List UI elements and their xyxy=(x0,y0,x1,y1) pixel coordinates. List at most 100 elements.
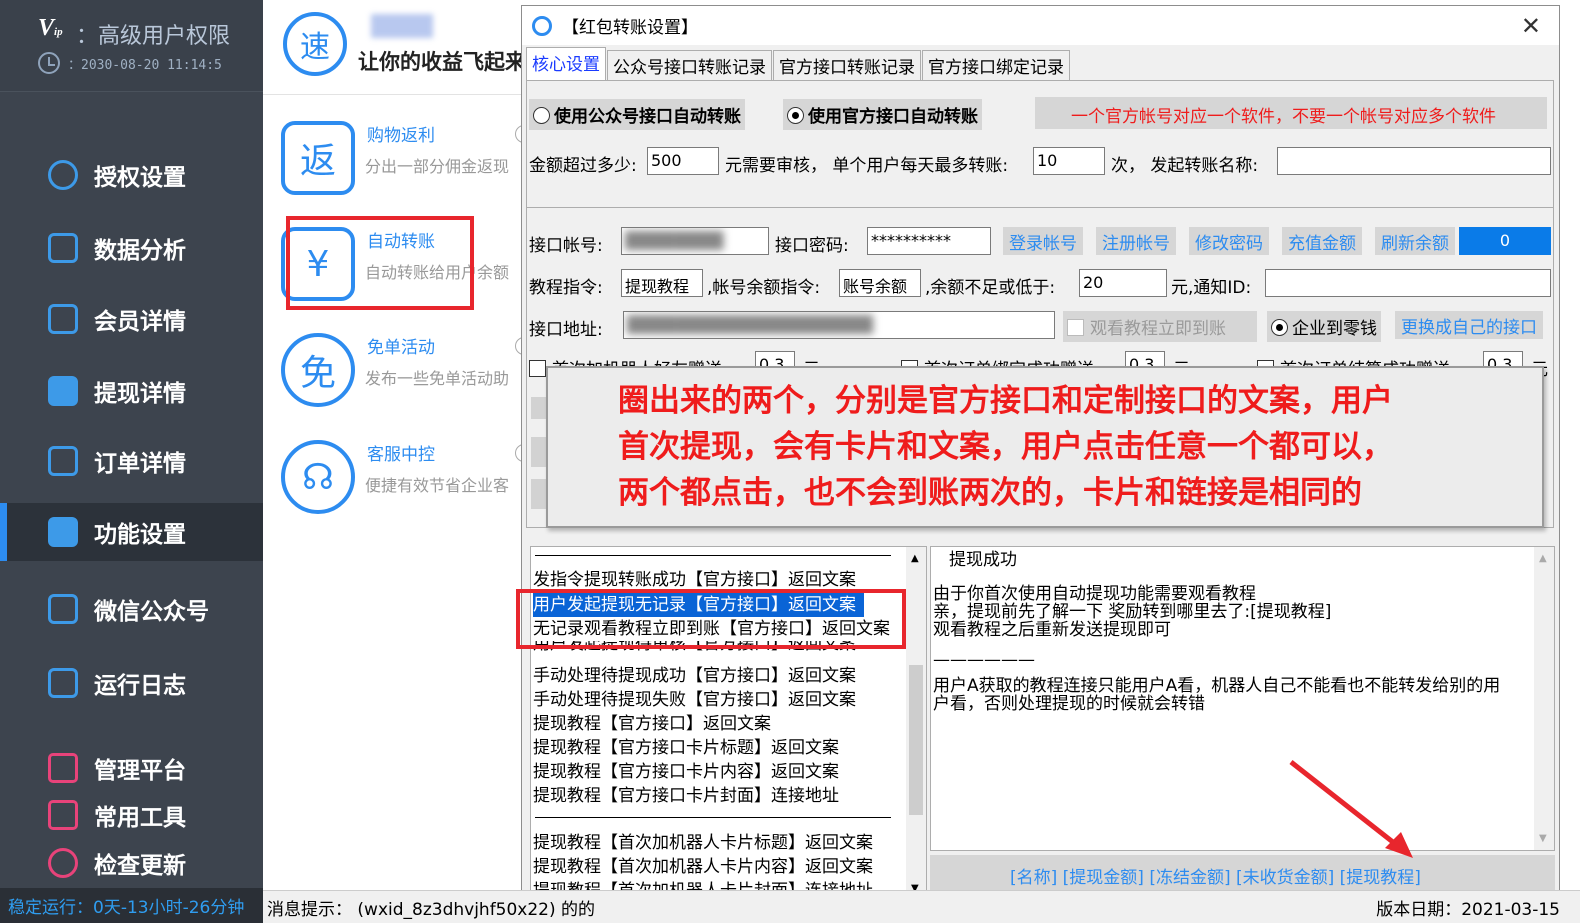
dialog-title: 【红包转账设置】 xyxy=(562,18,698,38)
change-password-button[interactable]: 修改密码 xyxy=(1189,227,1269,255)
tab-official-records[interactable]: 官方接口转账记录 xyxy=(773,50,921,80)
close-button[interactable]: ✕ xyxy=(1521,12,1541,40)
uptime-status: 稳定运行：0天-13小时-26分钟 xyxy=(0,888,263,923)
grid-search-icon xyxy=(48,376,78,406)
sidebar-item-label: 会员详情 xyxy=(94,309,186,335)
feature-title: 免单活动 xyxy=(367,338,435,358)
account-input[interactable]: ████████ xyxy=(621,227,769,255)
checkbox-icon xyxy=(1067,319,1084,336)
list-scrollbar[interactable]: ▲ ▼ xyxy=(906,547,926,900)
document-yen-icon xyxy=(48,446,78,476)
scroll-up-icon[interactable]: ▲ xyxy=(1539,553,1547,564)
list-item[interactable]: 提现教程【官方接口卡片封面】连接地址 xyxy=(533,784,839,808)
brand-logo: 速 xyxy=(283,12,347,76)
sidebar-item-label: 功能设置 xyxy=(94,522,186,548)
daily-limit-input[interactable]: 10 xyxy=(1033,147,1105,175)
variable-links[interactable]: [名称] [提现金额] [冻结金额] [未收货金额] [提现教程] xyxy=(930,855,1555,895)
sidebar-item-features[interactable]: 功能设置 xyxy=(0,503,263,561)
low-balance-input[interactable]: 20 xyxy=(1079,269,1167,297)
watch-tutorial-checkbox[interactable]: 观看教程立即到账 xyxy=(1063,311,1257,342)
list-item[interactable]: 提现教程【首次加机器人卡片内容】返回文案 xyxy=(533,855,873,879)
radio-selected-icon xyxy=(787,107,804,124)
recharge-button[interactable]: 充值金额 xyxy=(1282,227,1362,255)
sidebar-item-wechat-official[interactable]: 微信公众号 xyxy=(0,580,263,638)
register-button[interactable]: 注册帐号 xyxy=(1096,227,1176,255)
sidebar-item-analytics[interactable]: 数据分析 xyxy=(0,219,263,277)
refresh-balance-button[interactable]: 刷新余额 xyxy=(1375,227,1455,255)
balance-cmd-input[interactable]: 账号余额 xyxy=(839,269,921,297)
list-item[interactable]: 提现教程【官方接口】返回文案 xyxy=(533,712,771,736)
amount-label: 金额超过多少: xyxy=(529,156,637,176)
feature-free-order[interactable]: 免 免单活动 发布一些免单活动助 xyxy=(281,325,533,415)
login-button[interactable]: 登录帐号 xyxy=(1003,227,1083,255)
clock-icon xyxy=(38,52,60,74)
mode-public-radio[interactable]: 使用公众号接口自动转账 xyxy=(529,99,745,130)
sidebar: Vip ：高级用户权限 ：2030-08-20 11:14:5 授权设置 数据分… xyxy=(0,0,263,923)
sidebar-item-label: 管理平台 xyxy=(94,758,186,784)
sidebar-item-members[interactable]: 会员详情 xyxy=(0,290,263,348)
highlight-box xyxy=(286,216,474,310)
sidebar-item-logs[interactable]: 运行日志 xyxy=(0,654,263,712)
tutorial-cmd-label: 教程指令: xyxy=(529,278,603,298)
amount-input[interactable]: 500 xyxy=(647,147,719,175)
globe-icon xyxy=(48,160,78,190)
list-item[interactable]: 手动处理待提现成功【官方接口】返回文案 xyxy=(533,664,856,688)
address-input[interactable]: ████████████████████ xyxy=(623,311,1055,339)
feature-desc: 分出一部分佣金返现 xyxy=(365,157,510,176)
tab-bar: 核心设置 公众号接口转账记录 官方接口转账记录 官方接口绑定记录 xyxy=(526,47,1071,80)
vip-label: ：高级用户权限 xyxy=(76,24,231,49)
list-item[interactable]: 手动处理待提现失败【官方接口】返回文案 xyxy=(533,688,856,712)
list-item[interactable]: 提现教程【官方接口卡片内容】返回文案 xyxy=(533,760,839,784)
enterprise-radio[interactable]: 企业到零钱 xyxy=(1267,311,1381,342)
app-window: Vip ：高级用户权限 ：2030-08-20 11:14:5 授权设置 数据分… xyxy=(0,0,1580,923)
password-input[interactable]: ********** xyxy=(867,227,991,255)
transfer-name-input[interactable] xyxy=(1277,147,1551,175)
callout-line: 圈出来的两个，分别是官方接口和定制接口的文案，用户 xyxy=(618,383,1393,419)
tools-chart-icon xyxy=(48,800,78,830)
replace-interface-button[interactable]: 更换成自己的接口 xyxy=(1395,311,1543,339)
sidebar-item-label: 运行日志 xyxy=(94,673,186,699)
feature-desc: 便捷有效节省企业客 xyxy=(365,476,510,495)
sidebar-item-label: 授权设置 xyxy=(94,165,186,191)
sidebar-item-label: 检查更新 xyxy=(94,853,186,879)
sidebar-item-orders[interactable]: 订单详情 xyxy=(0,432,263,490)
tab-core-settings[interactable]: 核心设置 xyxy=(526,47,606,80)
notify-id-input[interactable] xyxy=(1265,269,1551,297)
callout-line: 两个都点击，也不会到账两次的，卡片和链接是相同的 xyxy=(618,475,1362,511)
sidebar-item-update[interactable]: 检查更新 xyxy=(0,834,263,892)
tutorial-cmd-input[interactable]: 提现教程 xyxy=(621,269,703,297)
scroll-thumb[interactable] xyxy=(909,665,923,815)
scroll-down-icon[interactable]: ▼ xyxy=(1539,833,1547,844)
mode-official-radio[interactable]: 使用官方接口自动转账 xyxy=(783,99,982,130)
highlight-box xyxy=(516,589,906,649)
text-scrollbar[interactable]: ▲ ▼ xyxy=(1534,547,1554,850)
sidebar-item-auth[interactable]: 授权设置 xyxy=(0,146,263,204)
sidebar-item-withdrawals[interactable]: 提现详情 xyxy=(0,362,263,420)
vip-header: Vip ：高级用户权限 ：2030-08-20 11:14:5 xyxy=(0,0,263,92)
scroll-up-icon[interactable]: ▲ xyxy=(911,553,919,564)
template-text-area[interactable]: 提现成功 由于你首次使用自动提现功能需要观看教程 亲，提现前先了解一下 奖励转到… xyxy=(930,546,1555,851)
tab-official-bindings[interactable]: 官方接口绑定记录 xyxy=(922,50,1070,80)
radio-icon xyxy=(533,107,550,124)
annotation-callout: 圈出来的两个，分别是官方接口和定制接口的文案，用户 首次提现，会有卡片和文案，用… xyxy=(546,366,1544,528)
list-item[interactable]: 提现教程【首次加机器人卡片标题】返回文案 xyxy=(533,831,873,855)
name-label: 次， 发起转账名称: xyxy=(1111,156,1259,176)
balance-display: 0 xyxy=(1459,227,1551,255)
wechat-official-icon xyxy=(48,594,78,624)
text-line: 由于你首次使用自动提现功能需要观看教程 xyxy=(933,584,1256,604)
radio-selected-icon xyxy=(1271,319,1288,336)
annotation-arrow-icon xyxy=(1289,760,1413,858)
notify-label: 元,通知ID: xyxy=(1171,278,1252,298)
tab-public-records[interactable]: 公众号接口转账记录 xyxy=(607,50,772,80)
sidebar-item-label: 常用工具 xyxy=(94,805,186,831)
feature-customer-service[interactable]: ☊ 客服中控 便捷有效节省企业客 xyxy=(281,432,533,522)
radio-label: 企业到零钱 xyxy=(1292,319,1377,339)
feature-cashback[interactable]: 返 购物返利 分出一部分佣金返现 xyxy=(281,113,533,203)
brand-header: 速 让你的收益飞起来 xyxy=(263,0,526,95)
brand-name-blurred xyxy=(371,14,433,38)
text-line: 观看教程之后重新发送提现即可 xyxy=(933,620,1171,640)
list-item[interactable]: 提现教程【官方接口卡片标题】返回文案 xyxy=(533,736,839,760)
free-icon: 免 xyxy=(281,333,355,407)
checkbox-label: 观看教程立即到账 xyxy=(1090,319,1226,339)
message-bar: 消息提示： (wxid_8z3dhvjhf50x22) 的的 版本日期：2021… xyxy=(263,890,1580,923)
